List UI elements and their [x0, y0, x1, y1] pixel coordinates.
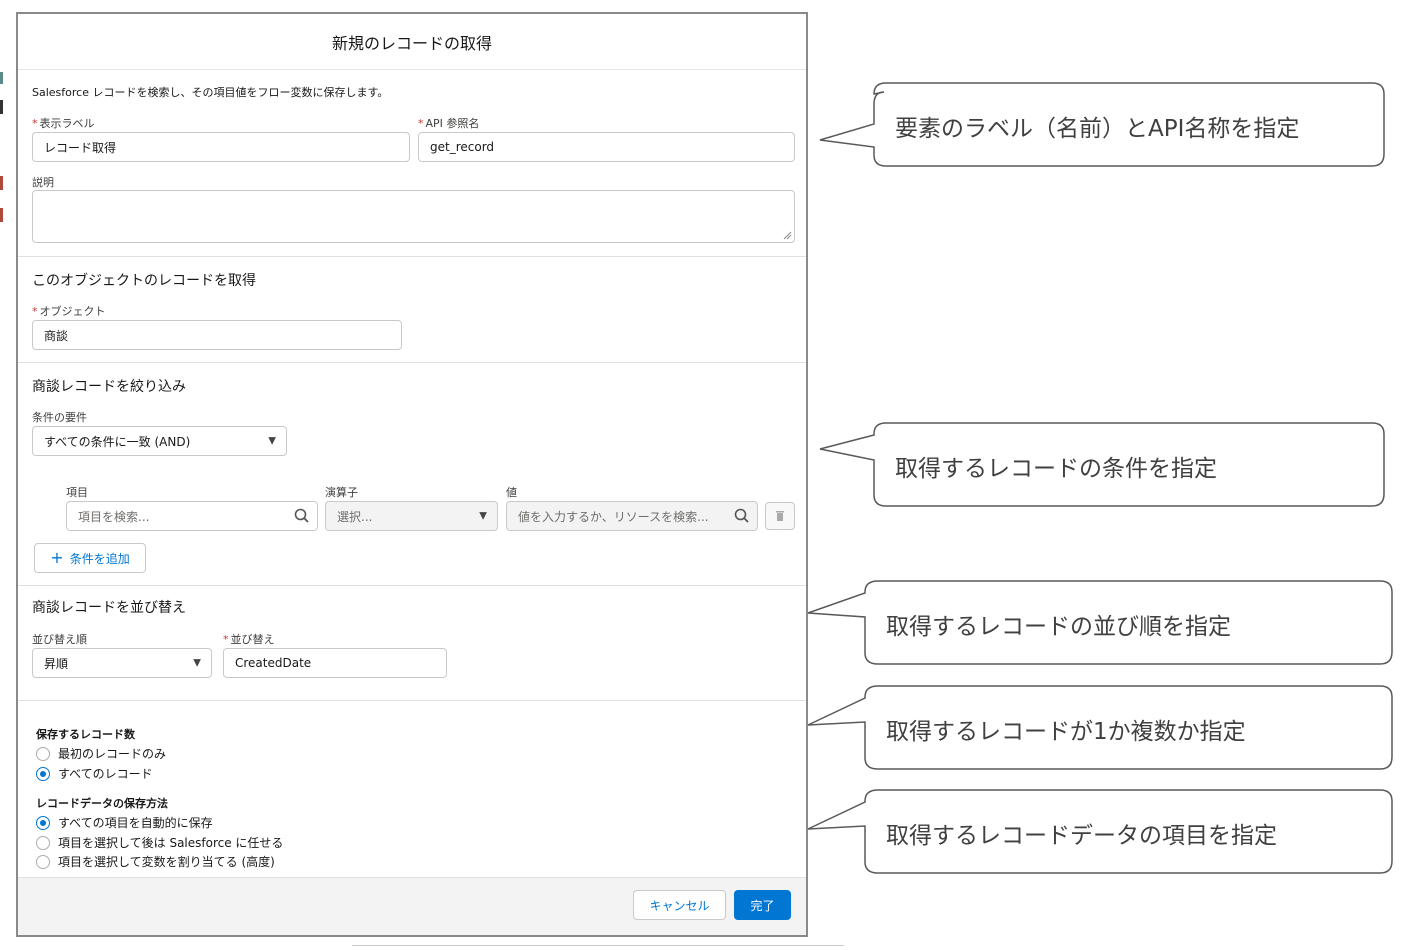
description-textarea[interactable]: [32, 190, 795, 243]
modal-footer: キャンセル 完了: [18, 877, 806, 935]
radio-button[interactable]: [36, 766, 50, 781]
sort-section-title: 商談レコードを並び替え: [32, 600, 186, 616]
divider: [352, 945, 844, 946]
sort-by-input[interactable]: CreatedDate: [223, 648, 447, 678]
radio-button[interactable]: [36, 854, 50, 869]
add-condition-button[interactable]: + 条件を追加: [34, 543, 146, 573]
caret-down-icon: ▼: [193, 657, 201, 669]
sort-order-label: 並び替え順: [32, 633, 87, 646]
radio-button[interactable]: [36, 815, 50, 830]
get-records-modal: 新規のレコードの取得 Salesforce レコードを検索し、その項目値をフロー…: [16, 12, 808, 937]
record-count-label: 保存するレコード数: [36, 728, 135, 741]
modal-title: 新規のレコードの取得: [18, 14, 806, 70]
condition-requirement-select[interactable]: すべての条件に一致 (AND) ▼: [32, 426, 287, 456]
section-divider: [18, 362, 806, 363]
radio-button[interactable]: [36, 746, 50, 761]
object-field-label: * オブジェクト: [32, 305, 106, 318]
radio-all-records[interactable]: すべてのレコード: [36, 765, 153, 782]
done-button[interactable]: 完了: [734, 890, 791, 920]
cancel-button[interactable]: キャンセル: [633, 890, 726, 920]
resize-handle-icon[interactable]: [782, 230, 792, 240]
callout-text: 取得するレコードが1か複数か指定: [886, 719, 1246, 745]
trash-icon: [776, 511, 784, 521]
radio-button[interactable]: [36, 835, 50, 850]
condition-requirement-label: 条件の要件: [32, 411, 87, 424]
api-name-input[interactable]: get_record: [418, 132, 795, 162]
api-name-field-label: * API 参照名: [418, 117, 480, 130]
operator-select[interactable]: 選択... ▼: [325, 501, 498, 531]
value-search-input[interactable]: 値を入力するか、リソースを検索...: [506, 501, 758, 531]
delete-condition-button[interactable]: [765, 502, 795, 530]
label-input[interactable]: レコード取得: [32, 132, 410, 162]
search-icon: [734, 508, 749, 523]
section-divider: [18, 585, 806, 586]
radio-first-record-only[interactable]: 最初のレコードのみ: [36, 745, 166, 762]
edge-mark: [0, 176, 3, 190]
callout-text: 取得するレコードの条件を指定: [895, 456, 1217, 482]
section-divider: [18, 256, 806, 257]
callout-text: 要素のラベル（名前）とAPI名称を指定: [895, 116, 1300, 142]
edge-mark: [0, 72, 3, 84]
radio-choose-fields-variables[interactable]: 項目を選択して変数を割り当てる (高度): [36, 853, 275, 870]
field-search-input[interactable]: 項目を検索...: [66, 501, 318, 531]
object-section-title: このオブジェクトのレコードを取得: [32, 273, 256, 289]
radio-store-all-fields[interactable]: すべての項目を自動的に保存: [36, 814, 213, 831]
callout-text: 取得するレコードの並び順を指定: [886, 614, 1231, 640]
sort-order-select[interactable]: 昇順 ▼: [32, 648, 212, 678]
operator-column-label: 演算子: [325, 486, 358, 499]
edge-mark: [0, 100, 3, 114]
modal-description: Salesforce レコードを検索し、その項目値をフロー変数に保存します。: [32, 86, 389, 99]
object-input[interactable]: 商談: [32, 320, 402, 350]
sort-by-label: * 並び替え: [223, 633, 275, 646]
caret-down-icon: ▼: [479, 510, 487, 522]
value-column-label: 値: [506, 486, 517, 499]
storage-method-label: レコードデータの保存方法: [36, 797, 168, 810]
callout-text: 取得するレコードデータの項目を指定: [886, 823, 1277, 849]
description-field-label: 説明: [32, 176, 54, 189]
caret-down-icon: ▼: [268, 435, 276, 447]
label-field-label: * 表示ラベル: [32, 117, 95, 130]
search-icon: [294, 508, 309, 523]
plus-icon: +: [50, 548, 64, 567]
radio-choose-fields-salesforce[interactable]: 項目を選択して後は Salesforce に任せる: [36, 834, 283, 851]
section-divider: [18, 700, 806, 701]
filter-section-title: 商談レコードを絞り込み: [32, 379, 186, 395]
field-column-label: 項目: [66, 486, 88, 499]
edge-mark: [0, 208, 3, 222]
